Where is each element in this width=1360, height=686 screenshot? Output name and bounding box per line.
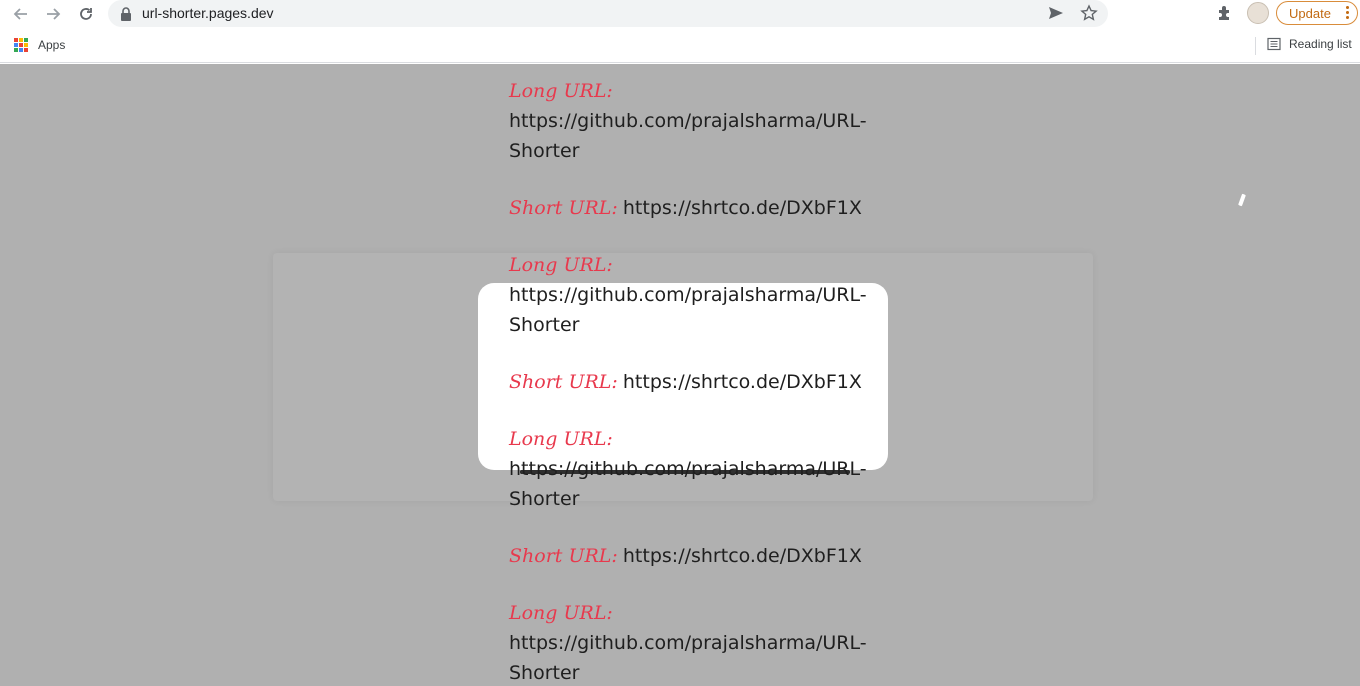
url-entry: Long URL: https://github.com/prajalsharm… bbox=[509, 76, 869, 224]
short-url-value[interactable]: https://shrtco.de/DXbF1X bbox=[623, 197, 862, 219]
long-url-label: Long URL: bbox=[509, 602, 613, 624]
browser-toolbar: url-shorter.pages.dev Update bbox=[0, 0, 1360, 28]
url-list: Long URL: https://github.com/prajalsharm… bbox=[509, 76, 869, 686]
star-icon[interactable] bbox=[1080, 4, 1098, 26]
short-url-label: Short URL: bbox=[509, 371, 618, 393]
apps-shortcut[interactable]: Apps bbox=[14, 38, 65, 52]
short-url-line: Short URL: https://shrtco.de/DXbF1X bbox=[509, 541, 869, 572]
back-icon[interactable] bbox=[10, 3, 32, 25]
page-viewport: Long URL: https://github.com/prajalsharm… bbox=[0, 64, 1360, 686]
short-url-label: Short URL: bbox=[509, 197, 618, 219]
forward-icon[interactable] bbox=[42, 3, 64, 25]
short-url-line: Short URL: https://shrtco.de/DXbF1X bbox=[509, 367, 869, 398]
long-url-value: https://github.com/prajalsharma/URL-Shor… bbox=[509, 632, 867, 684]
reading-list-icon bbox=[1267, 37, 1281, 51]
short-url-value[interactable]: https://shrtco.de/DXbF1X bbox=[623, 371, 862, 393]
url-entry: Long URL: https://github.com/prajalsharm… bbox=[509, 598, 869, 686]
long-url-value: https://github.com/prajalsharma/URL-Shor… bbox=[509, 458, 867, 510]
update-button[interactable]: Update bbox=[1276, 1, 1358, 25]
long-url-value: https://github.com/prajalsharma/URL-Shor… bbox=[509, 284, 867, 336]
url-entry: Long URL: https://github.com/prajalsharm… bbox=[509, 250, 869, 398]
short-url-line: Short URL: https://shrtco.de/DXbF1X bbox=[509, 193, 869, 224]
more-icon[interactable] bbox=[1346, 6, 1349, 21]
short-url-value[interactable]: https://shrtco.de/DXbF1X bbox=[623, 545, 862, 567]
extensions-icon[interactable] bbox=[1216, 4, 1234, 26]
apps-grid-icon bbox=[14, 38, 28, 52]
bookmarks-bar: Apps Reading list bbox=[0, 28, 1360, 63]
short-url-label: Short URL: bbox=[509, 545, 618, 567]
bookmarks-divider bbox=[1255, 37, 1256, 55]
address-bar[interactable]: url-shorter.pages.dev bbox=[108, 0, 1108, 27]
reload-icon[interactable] bbox=[75, 3, 97, 25]
reading-list-label: Reading list bbox=[1289, 37, 1352, 51]
long-url-label: Long URL: bbox=[509, 428, 613, 450]
url-entry: Long URL: https://github.com/prajalsharm… bbox=[509, 424, 869, 572]
long-url-label: Long URL: bbox=[509, 80, 613, 102]
update-label: Update bbox=[1289, 5, 1331, 21]
avatar[interactable] bbox=[1247, 2, 1269, 24]
cursor-icon bbox=[1238, 193, 1246, 207]
apps-label: Apps bbox=[38, 38, 66, 52]
lock-icon[interactable] bbox=[120, 6, 132, 25]
url-text[interactable]: url-shorter.pages.dev bbox=[142, 5, 274, 21]
reading-list-button[interactable]: Reading list bbox=[1267, 37, 1352, 51]
send-icon[interactable] bbox=[1048, 5, 1064, 25]
long-url-label: Long URL: bbox=[509, 254, 613, 276]
long-url-value: https://github.com/prajalsharma/URL-Shor… bbox=[509, 110, 867, 162]
